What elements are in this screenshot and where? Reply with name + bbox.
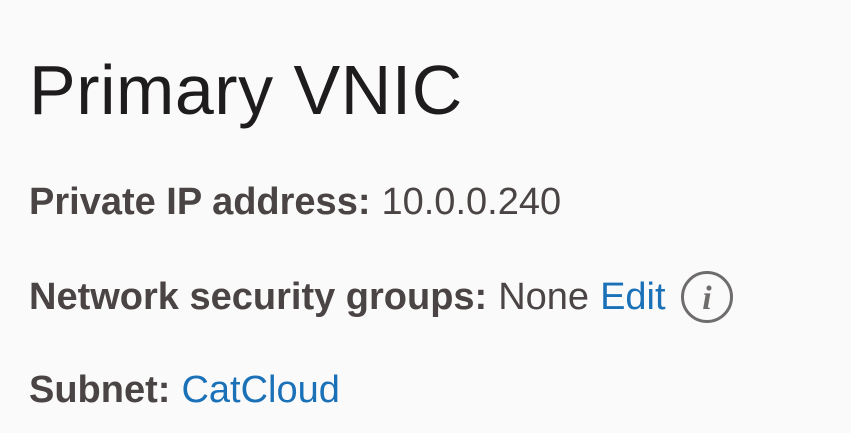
nsg-value: None — [498, 276, 590, 318]
svg-text:i: i — [702, 280, 712, 317]
private-ip-label: Private IP address: — [29, 181, 371, 223]
private-ip-value: 10.0.0.240 — [381, 181, 562, 223]
subnet-link[interactable]: CatCloud — [181, 368, 339, 412]
network-security-groups-row: Network security groups: None Edit i — [29, 270, 734, 324]
subnet-row: Subnet: CatCloud — [29, 368, 734, 412]
nsg-label: Network security groups: — [29, 276, 488, 318]
nsg-edit-link[interactable]: Edit — [600, 275, 665, 319]
primary-vnic-section: Primary VNIC Private IP address: 10.0.0.… — [29, 48, 734, 412]
subnet-label: Subnet: — [29, 369, 171, 411]
section-title: Primary VNIC — [29, 51, 463, 129]
info-icon[interactable]: i — [680, 270, 734, 324]
private-ip-row: Private IP address: 10.0.0.240 — [29, 180, 734, 224]
